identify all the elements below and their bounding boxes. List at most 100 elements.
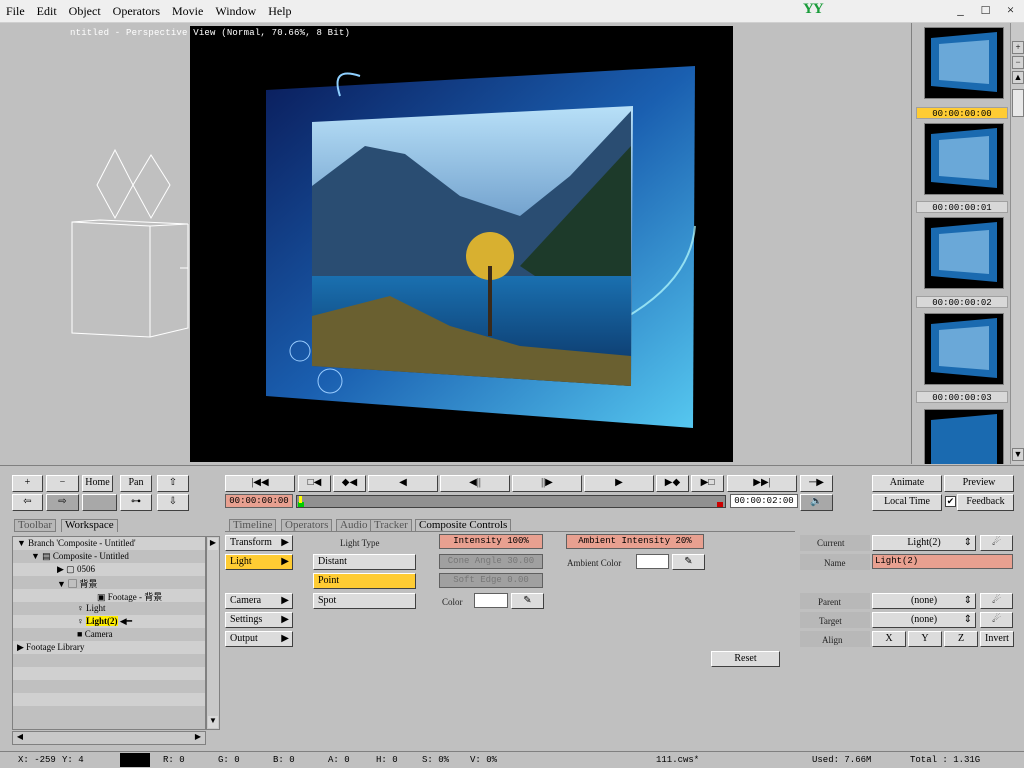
upload-icon[interactable]: ⇧ [157,475,189,492]
minimize-icon[interactable]: _ [948,0,973,22]
animate-button[interactable]: Animate [872,475,942,492]
maximize-icon[interactable]: □ [973,0,998,22]
menu-movie[interactable]: Movie [166,4,209,19]
thumbnail-scrollbar[interactable]: + − ▲ ▼ [1010,23,1024,464]
back-arrow-icon[interactable]: ⇦ [12,494,43,511]
scroll-down-icon[interactable]: ▼ [208,716,218,728]
current-time-field[interactable]: 00:00:00:00 [225,494,293,508]
color-swatch[interactable] [82,494,117,511]
feedback-checkbox[interactable]: ✔ [945,496,956,507]
zoom-in-button[interactable]: + [12,475,43,492]
tree-row-light2[interactable]: ♀ Light(2) ◀━ [77,616,132,627]
light-type-point[interactable]: Point [313,573,416,589]
tree-row-footage[interactable]: ▣ Footage - 背景 [97,590,162,603]
thumb-timecode[interactable]: 00:00:00:00 [916,107,1008,119]
zoom-in-icon[interactable]: + [1012,41,1024,54]
tab-workspace[interactable]: Workspace [61,519,118,532]
scroll-right-icon[interactable]: ▶ [192,732,204,744]
tab-toolbar[interactable]: Toolbar [14,519,57,532]
ambient-intensity-slider[interactable]: Ambient Intensity 20% [566,534,704,549]
align-invert-button[interactable]: Invert [980,631,1014,647]
name-field[interactable]: Light(2) [872,554,1013,569]
ambient-color-swatch[interactable] [636,554,669,569]
pick-whip-icon[interactable]: ☄ [980,535,1013,551]
time-slider[interactable] [296,495,726,508]
tree-row-camera[interactable]: ■ Camera [77,629,113,639]
mark-out-button[interactable]: ▶□ [691,475,724,492]
menu-help[interactable]: Help [262,4,297,19]
current-select[interactable]: Light(2) ⇕ [872,535,976,551]
color-swatch[interactable] [474,593,508,608]
category-light[interactable]: Light ▶ [225,554,293,570]
tree-row-light[interactable]: ♀ Light [77,603,106,613]
tree-row-composite[interactable]: ▼ ▤ Composite - Untitled [31,551,129,562]
align-y-button[interactable]: Y [908,631,942,647]
local-time-select[interactable]: Local Time [872,494,942,511]
target-select[interactable]: (none) ⇕ [872,612,976,628]
tree-vscroll[interactable]: ▶ ▼ [206,536,220,730]
tree-row-0506[interactable]: ▶ ▢ 0506 [57,564,95,575]
thumb-timecode[interactable]: 00:00:00:01 [916,201,1008,213]
category-camera[interactable]: Camera ▶ [225,593,293,609]
thumb-frame[interactable] [924,313,1004,385]
play-forward-step-button[interactable]: ||▶ [512,475,582,492]
thumb-frame[interactable] [924,123,1004,195]
end-time-field[interactable]: 00:00:02:00 [730,494,798,508]
workspace-tree[interactable]: ▼ Branch 'Composite - Untitled' ▼ ▤ Comp… [12,536,206,730]
menu-operators[interactable]: Operators [107,4,166,19]
tree-row-footage-library[interactable]: ▶ Footage Library [17,642,84,653]
go-last-button[interactable]: ▶▶| [727,475,797,492]
download-icon[interactable]: ⇩ [157,494,189,511]
pick-whip-icon[interactable]: ☄ [980,612,1013,628]
loop-button[interactable]: ─▶ [800,475,833,492]
prev-key-button[interactable]: ◆◀ [333,475,366,492]
go-first-button[interactable]: |◀◀ [225,475,295,492]
scroll-down-icon[interactable]: ▼ [1012,448,1024,461]
scroll-up-icon[interactable]: ▲ [1012,71,1024,84]
tree-row-background[interactable]: ▼ ▢ 背景 [57,577,97,590]
menu-file[interactable]: File [0,4,31,19]
menu-edit[interactable]: Edit [31,4,63,19]
pan-button[interactable]: Pan [120,475,152,492]
thumb-timecode[interactable]: 00:00:00:03 [916,391,1008,403]
menu-object[interactable]: Object [63,4,107,19]
composite-image[interactable] [190,26,733,462]
link-icon[interactable]: ⊶ [120,494,152,511]
eyedropper-icon[interactable]: ✎ [672,554,705,570]
feedback-button[interactable]: Feedback [957,494,1014,511]
category-output[interactable]: Output ▶ [225,631,293,647]
thumb-frame[interactable] [924,27,1004,99]
light-type-spot[interactable]: Spot [313,593,416,609]
zoom-out-button[interactable]: − [46,475,79,492]
category-settings[interactable]: Settings ▶ [225,612,293,628]
scroll-left-icon[interactable]: ◀ [14,732,26,744]
play-back-button[interactable]: ◀|| [440,475,510,492]
reset-button[interactable]: Reset [711,651,780,667]
step-back-button[interactable]: ◀ [368,475,438,492]
play-button[interactable]: ▶ [584,475,654,492]
thumbnail-strip[interactable]: 00:00:00:00 00:00:00:01 00:00:00:02 00:0… [914,23,1010,464]
audio-icon[interactable]: 🔈 [800,494,833,511]
align-x-button[interactable]: X [872,631,906,647]
menu-window[interactable]: Window [209,4,262,19]
home-button[interactable]: Home [82,475,113,492]
scroll-right-icon[interactable]: ▶ [208,538,218,550]
category-transform[interactable]: Transform ▶ [225,535,293,551]
preview-button[interactable]: Preview [944,475,1014,492]
parent-select[interactable]: (none) ⇕ [872,593,976,609]
close-icon[interactable]: × [998,0,1023,22]
align-z-button[interactable]: Z [944,631,978,647]
thumb-timecode[interactable]: 00:00:00:02 [916,296,1008,308]
camera-wireframe-icon[interactable] [60,140,200,340]
intensity-slider[interactable]: Intensity 100% [439,534,543,549]
pick-whip-icon[interactable]: ☄ [980,593,1013,609]
thumb-frame[interactable] [924,217,1004,289]
tree-row-branch[interactable]: ▼ Branch 'Composite - Untitled' [17,538,136,548]
mark-in-button[interactable]: □◀ [298,475,331,492]
playhead[interactable] [299,496,302,503]
zoom-out-icon[interactable]: − [1012,56,1024,69]
next-key-button[interactable]: ▶◆ [656,475,689,492]
light-type-distant[interactable]: Distant [313,554,416,570]
scroll-thumb[interactable] [1012,89,1024,117]
eyedropper-icon[interactable]: ✎ [511,593,544,609]
